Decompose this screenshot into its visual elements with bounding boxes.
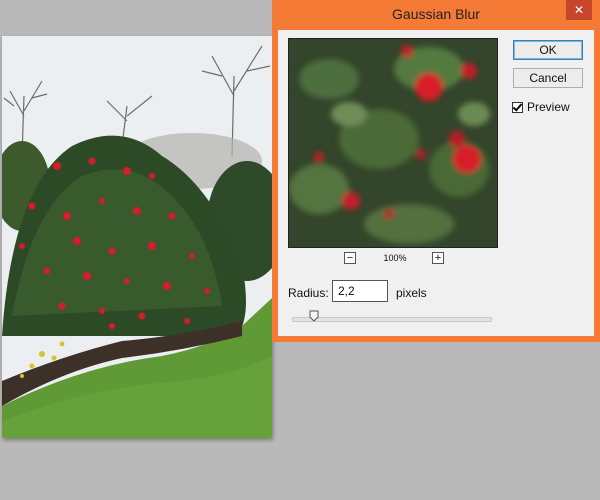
close-button[interactable]: ✕: [566, 0, 592, 20]
minus-icon: −: [346, 252, 354, 264]
document-canvas[interactable]: [2, 36, 272, 438]
gaussian-blur-dialog: Gaussian Blur ✕ OK Cancel Preview − 100%…: [272, 0, 600, 342]
preview-checkbox[interactable]: [512, 101, 523, 113]
radius-label: Radius:: [288, 286, 329, 300]
radius-unit-label: pixels: [396, 286, 427, 300]
close-icon: ✕: [573, 3, 585, 17]
zoom-in-button[interactable]: +: [432, 252, 444, 264]
zoom-level: 100%: [383, 253, 407, 263]
radius-slider-thumb[interactable]: [309, 310, 319, 322]
dialog-titlebar[interactable]: Gaussian Blur ✕: [272, 0, 600, 30]
zoom-controls: − 100% +: [288, 252, 498, 266]
blur-preview[interactable]: [288, 38, 498, 248]
cancel-button[interactable]: Cancel: [513, 68, 583, 88]
plus-icon: +: [434, 252, 442, 264]
photo-garden: [2, 36, 272, 438]
preview-checkbox-label: Preview: [527, 100, 570, 114]
dialog-title: Gaussian Blur: [392, 6, 480, 22]
radius-input[interactable]: 2,2: [332, 280, 388, 302]
radius-slider-track[interactable]: [292, 317, 492, 322]
dialog-body: OK Cancel Preview − 100% + Radius: 2,2 p…: [278, 30, 594, 336]
preview-checkbox-row[interactable]: Preview: [512, 100, 570, 114]
ok-button[interactable]: OK: [513, 40, 583, 60]
preview-image: [289, 39, 497, 247]
zoom-out-button[interactable]: −: [344, 252, 356, 264]
